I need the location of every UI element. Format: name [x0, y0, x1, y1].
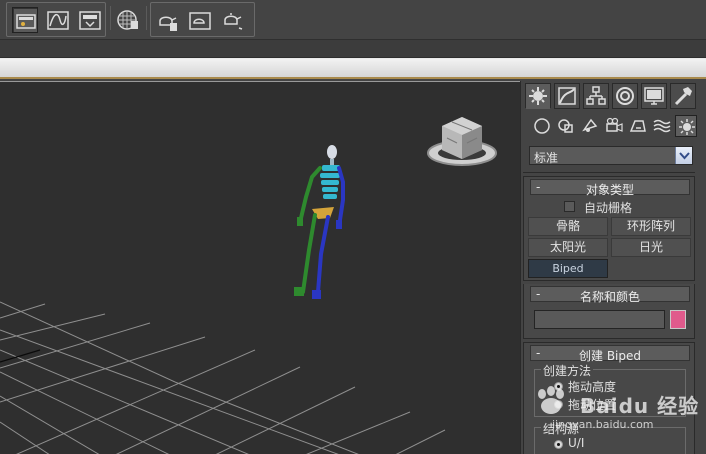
bones-button[interactable]: 骨骼 — [528, 217, 608, 236]
baidu-paw-icon — [538, 386, 564, 414]
render-frame-icon[interactable] — [154, 7, 180, 33]
create-tab-icon[interactable] — [525, 83, 551, 109]
baidu-jingyan-watermark: Baidu 经验 jingyan.baidu.com — [532, 384, 706, 434]
object-type-rollout-header[interactable]: - 对象类型 — [530, 179, 690, 197]
name-color-rollout-header[interactable]: - 名称和颜色 — [530, 286, 690, 304]
home-grid — [0, 301, 446, 454]
scene-explorer-icon[interactable] — [12, 7, 38, 33]
command-panel-tabs — [525, 83, 705, 109]
biped-spine — [320, 165, 340, 199]
category-dropdown-value: 标准 — [534, 151, 559, 165]
systems-icon[interactable] — [675, 115, 697, 137]
ui-label: U/I — [568, 436, 585, 450]
biped-button[interactable]: Biped — [528, 259, 608, 278]
main-toolbar — [0, 0, 706, 40]
create-biped-rollout-header[interactable]: - 创建 Biped — [530, 345, 690, 363]
track-bar[interactable] — [0, 58, 706, 79]
object-type-title: 对象类型 — [585, 183, 634, 197]
geometry-icon[interactable] — [531, 115, 553, 137]
home-grid-axis — [0, 349, 41, 363]
biped-head — [327, 145, 337, 159]
object-name-field[interactable] — [534, 310, 665, 329]
utilities-tab-icon[interactable] — [670, 83, 696, 109]
toolbar-group-render — [150, 2, 255, 37]
timeline-bar — [0, 40, 706, 58]
space-warps-icon[interactable] — [651, 115, 673, 137]
rendered-frame-window-icon[interactable] — [186, 7, 212, 33]
helpers-icon[interactable] — [627, 115, 649, 137]
toolbar-separator — [110, 6, 111, 30]
object-type-rollout: - 对象类型 自动栅格 骨骼 环形阵列 太阳光 日光 Biped — [523, 176, 695, 281]
ui-radio[interactable] — [554, 440, 563, 449]
material-editor-icon[interactable] — [114, 6, 140, 32]
category-dropdown[interactable]: 标准 — [529, 146, 693, 165]
lights-icon[interactable] — [579, 115, 601, 137]
toolbar-separator-2 — [146, 6, 147, 30]
perspective-viewport[interactable] — [0, 81, 520, 454]
app-window: 标准 - 对象类型 自动栅格 骨骼 环形阵列 太阳光 日光 Biped - 名称… — [0, 0, 706, 454]
hierarchy-tab-icon[interactable] — [583, 83, 609, 109]
autogrid-checkbox-box[interactable] — [564, 201, 575, 212]
watermark-brand: Baidu 经验 — [580, 394, 700, 418]
biped-figure[interactable] — [294, 145, 345, 299]
viewcube-icon[interactable] — [427, 117, 497, 166]
object-color-swatch[interactable] — [670, 310, 686, 329]
biped-right-limbs — [316, 166, 345, 294]
autogrid-checkbox[interactable]: 自动栅格 — [564, 199, 674, 215]
sunlight-button[interactable]: 太阳光 — [528, 238, 608, 257]
display-tab-icon[interactable] — [641, 83, 667, 109]
modify-tab-icon[interactable] — [554, 83, 580, 109]
render-teapot-icon[interactable] — [218, 7, 244, 33]
biped-left-limbs — [299, 166, 322, 294]
curve-editor-icon[interactable] — [44, 7, 70, 33]
creation-method-title: 创建方法 — [541, 362, 594, 379]
toolbar-group-scene — [6, 2, 106, 37]
name-color-title: 名称和颜色 — [579, 290, 640, 304]
cameras-icon[interactable] — [603, 115, 625, 137]
create-category-buttons — [531, 115, 705, 137]
daylight-button[interactable]: 日光 — [611, 238, 691, 257]
ring-array-button[interactable]: 环形阵列 — [611, 217, 691, 236]
autogrid-label: 自动栅格 — [584, 201, 633, 215]
watermark-url: jingyan.baidu.com — [552, 418, 654, 431]
chevron-down-icon[interactable] — [675, 147, 692, 164]
viewport-scene — [0, 117, 497, 454]
render-setup-icon[interactable] — [76, 7, 102, 33]
motion-tab-icon[interactable] — [612, 83, 638, 109]
shapes-icon[interactable] — [555, 115, 577, 137]
